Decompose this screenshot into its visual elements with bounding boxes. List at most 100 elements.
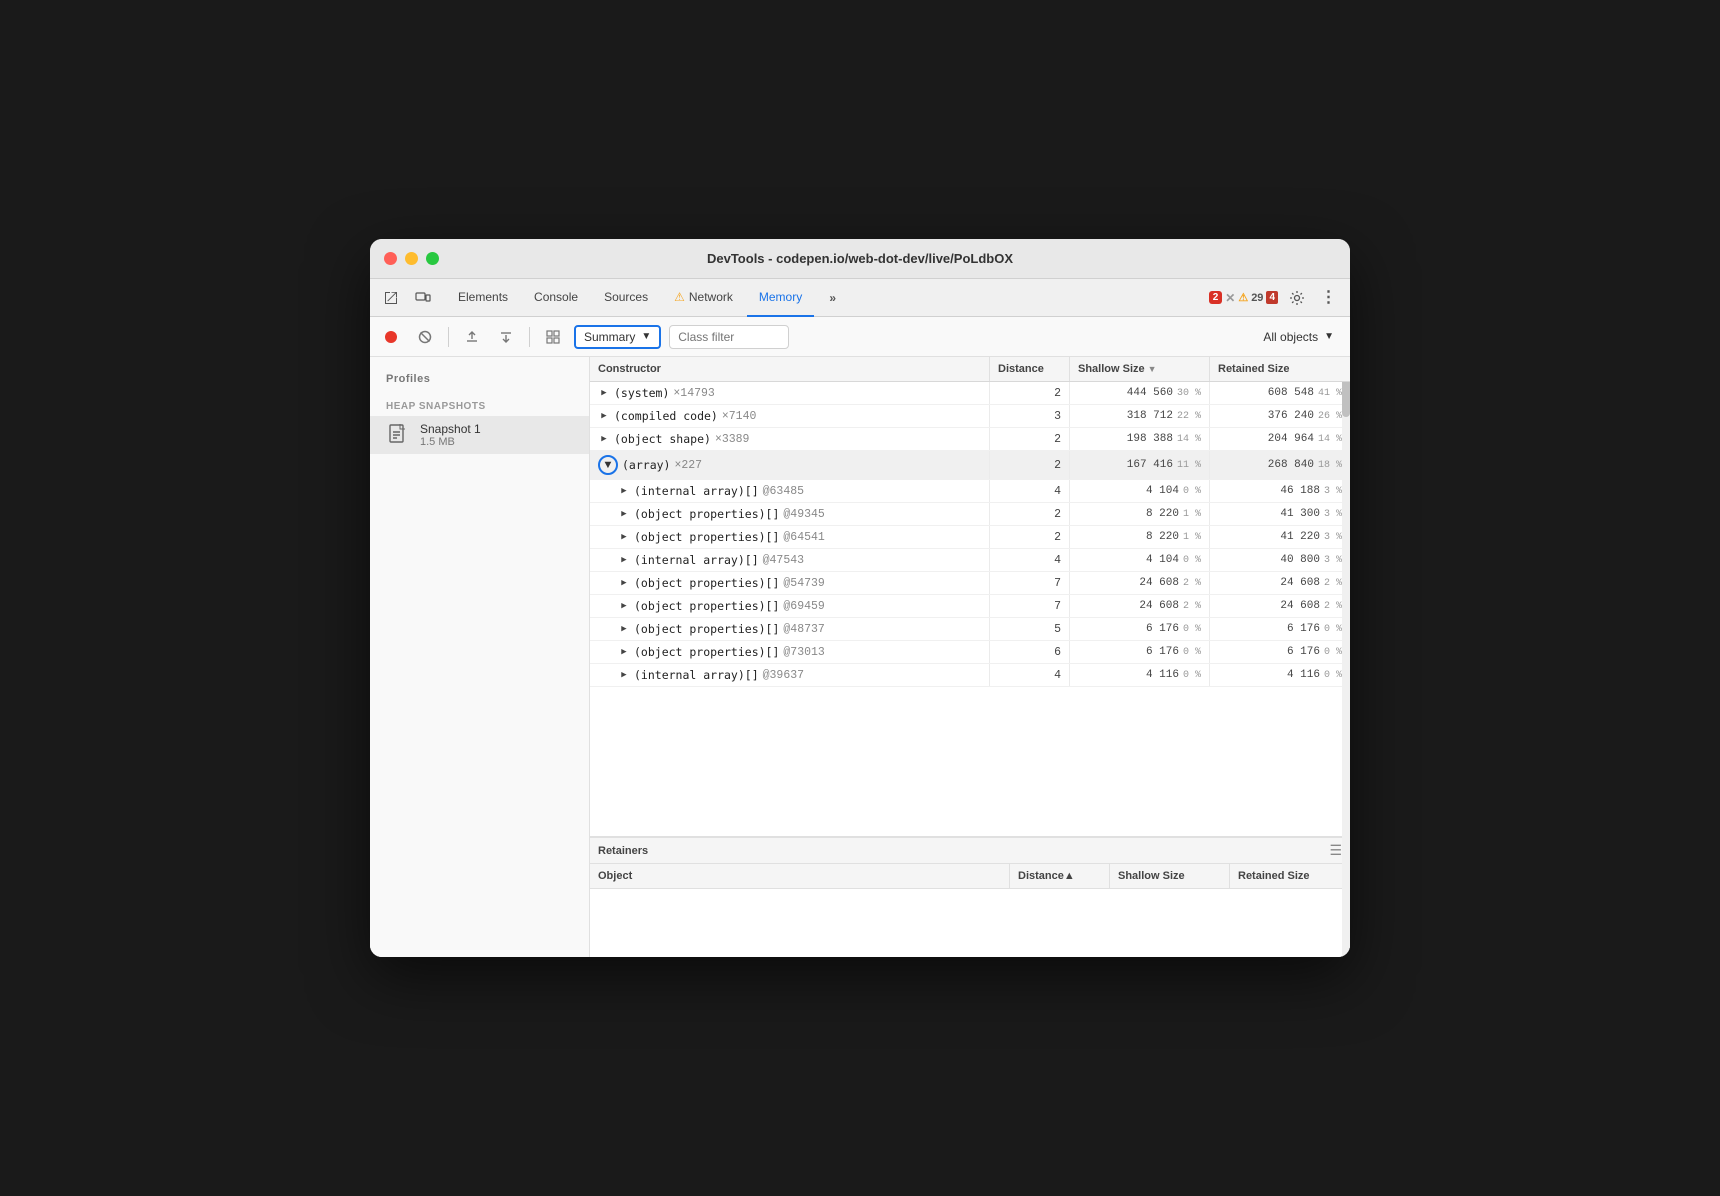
table-header: Constructor Distance Shallow Size ▼ Reta… <box>590 357 1350 382</box>
distance-cell: 4 <box>990 549 1070 571</box>
tab-memory[interactable]: Memory <box>747 279 814 317</box>
retained-cell: 46 188 3 % <box>1210 480 1350 502</box>
th-retained[interactable]: Retained Size <box>1210 357 1350 381</box>
toolbar: Summary ▼ All objects ▼ <box>370 317 1350 357</box>
tab-sources[interactable]: Sources <box>592 279 660 317</box>
error-badge: 2 ✕ ⚠ 29 4 <box>1209 291 1278 305</box>
table-row[interactable]: ▶ (object properties)[] @49345 2 8 220 1… <box>590 503 1350 526</box>
table-row[interactable]: ▶ (system) ×14793 2 444 560 30 % 608 548… <box>590 382 1350 405</box>
constructor-cell: ▶ (compiled code) ×7140 <box>590 405 990 427</box>
th-distance[interactable]: Distance <box>990 357 1070 381</box>
retained-cell: 376 240 26 % <box>1210 405 1350 427</box>
shallow-cell: 4 116 0 % <box>1070 664 1210 686</box>
heap-table[interactable]: Constructor Distance Shallow Size ▼ Reta… <box>590 357 1350 837</box>
retained-cell: 4 116 0 % <box>1210 664 1350 686</box>
class-filter-input[interactable] <box>669 325 789 349</box>
circle-expand-arrow[interactable]: ▼ <box>598 455 618 475</box>
expand-arrow[interactable]: ▶ <box>618 578 630 588</box>
table-row[interactable]: ▶ (compiled code) ×7140 3 318 712 22 % 3… <box>590 405 1350 428</box>
expand-arrow[interactable]: ▶ <box>618 486 630 496</box>
constructor-cell: ▶ (object properties)[] @54739 <box>590 572 990 594</box>
expand-arrow[interactable]: ▶ <box>598 411 610 421</box>
retained-cell: 40 800 3 % <box>1210 549 1350 571</box>
sort-icon: ▼ <box>1148 364 1157 374</box>
maximize-button[interactable] <box>426 252 439 265</box>
table-row[interactable]: ▶ (object properties)[] @64541 2 8 220 1… <box>590 526 1350 549</box>
upload-button[interactable] <box>459 324 485 350</box>
info-badge: 4 <box>1266 291 1278 304</box>
device-toggle-icon[interactable] <box>410 285 436 311</box>
expand-arrow[interactable]: ▶ <box>618 601 630 611</box>
table-row[interactable]: ▶ (object properties)[] @54739 7 24 608 … <box>590 572 1350 595</box>
th-shallow[interactable]: Shallow Size ▼ <box>1070 357 1210 381</box>
distance-cell: 2 <box>990 451 1070 479</box>
network-warning-icon: ⚠ <box>674 290 685 304</box>
summary-label: Summary <box>584 330 635 344</box>
distance-cell: 6 <box>990 641 1070 663</box>
table-row[interactable]: ▶ (internal array)[] @63485 4 4 104 0 % … <box>590 480 1350 503</box>
titlebar: DevTools - codepen.io/web-dot-dev/live/P… <box>370 239 1350 279</box>
expand-arrow[interactable]: ▶ <box>618 532 630 542</box>
record-button[interactable] <box>378 324 404 350</box>
download-button[interactable] <box>493 324 519 350</box>
shallow-cell: 8 220 1 % <box>1070 503 1210 525</box>
expand-arrow[interactable]: ▶ <box>618 509 630 519</box>
table-row[interactable]: ▶ (object shape) ×3389 2 198 388 14 % 20… <box>590 428 1350 451</box>
table-row[interactable]: ▶ (internal array)[] @47543 4 4 104 0 % … <box>590 549 1350 572</box>
profile-type-icon[interactable] <box>540 324 566 350</box>
expand-arrow[interactable]: ▶ <box>598 434 610 444</box>
more-tabs-button[interactable]: » <box>820 285 846 311</box>
scrollbar[interactable] <box>1342 357 1350 957</box>
settings-icon[interactable] <box>1284 285 1310 311</box>
distance-cell: 4 <box>990 664 1070 686</box>
constructor-cell: ▶ (object properties)[] @48737 <box>590 618 990 640</box>
warning-icon: ⚠ <box>1238 291 1248 304</box>
distance-cell: 7 <box>990 572 1070 594</box>
retained-cell: 268 840 18 % <box>1210 451 1350 479</box>
expand-arrow[interactable]: ▶ <box>598 388 610 398</box>
retained-cell: 41 220 3 % <box>1210 526 1350 548</box>
dropdown-chevron: ▼ <box>1324 331 1334 342</box>
close-button[interactable] <box>384 252 397 265</box>
rth-object: Object <box>590 864 1010 888</box>
constructor-cell: ▶ (object properties)[] @69459 <box>590 595 990 617</box>
distance-cell: 5 <box>990 618 1070 640</box>
table-row[interactable]: ▶ (object properties)[] @69459 7 24 608 … <box>590 595 1350 618</box>
expand-arrow[interactable]: ▶ <box>618 670 630 680</box>
shallow-cell: 198 388 14 % <box>1070 428 1210 450</box>
rth-distance[interactable]: Distance▲ <box>1010 864 1110 888</box>
constructor-cell: ▶ (system) ×14793 <box>590 382 990 404</box>
expand-arrow[interactable]: ▶ <box>618 647 630 657</box>
more-options-icon[interactable]: ⋮ <box>1316 285 1342 311</box>
expand-arrow[interactable]: ▶ <box>618 624 630 634</box>
devtools-window: DevTools - codepen.io/web-dot-dev/live/P… <box>370 239 1350 957</box>
profiles-title: Profiles <box>370 369 589 393</box>
expand-arrow[interactable]: ▶ <box>618 555 630 565</box>
table-row-array-expanded[interactable]: ▼ (array) ×227 2 167 416 11 % 268 840 18… <box>590 451 1350 480</box>
retainers-menu-icon[interactable]: ☰ <box>1329 842 1342 859</box>
all-objects-dropdown[interactable]: All objects ▼ <box>1255 327 1342 347</box>
shallow-cell: 24 608 2 % <box>1070 572 1210 594</box>
table-row[interactable]: ▶ (object properties)[] @48737 5 6 176 0… <box>590 618 1350 641</box>
table-row[interactable]: ▶ (object properties)[] @73013 6 6 176 0… <box>590 641 1350 664</box>
rth-retained[interactable]: Retained Size <box>1230 864 1350 888</box>
clear-button[interactable] <box>412 324 438 350</box>
tab-console[interactable]: Console <box>522 279 590 317</box>
shallow-cell: 4 104 0 % <box>1070 480 1210 502</box>
tab-elements[interactable]: Elements <box>446 279 520 317</box>
snapshot-icon <box>386 423 410 447</box>
retained-cell: 24 608 2 % <box>1210 572 1350 594</box>
summary-dropdown[interactable]: Summary ▼ <box>574 325 661 349</box>
inspector-icon[interactable] <box>378 285 404 311</box>
main-content: Profiles HEAP SNAPSHOTS Snapshot 1 1.5 M… <box>370 357 1350 957</box>
shallow-cell: 167 416 11 % <box>1070 451 1210 479</box>
snapshot-item[interactable]: Snapshot 1 1.5 MB <box>370 416 589 454</box>
traffic-lights <box>384 252 439 265</box>
shallow-cell: 444 560 30 % <box>1070 382 1210 404</box>
table-row[interactable]: ▶ (internal array)[] @39637 4 4 116 0 % … <box>590 664 1350 687</box>
toolbar-divider-2 <box>529 327 530 347</box>
minimize-button[interactable] <box>405 252 418 265</box>
distance-cell: 2 <box>990 428 1070 450</box>
rth-shallow[interactable]: Shallow Size <box>1110 864 1230 888</box>
tab-network[interactable]: ⚠ Network <box>662 279 745 317</box>
